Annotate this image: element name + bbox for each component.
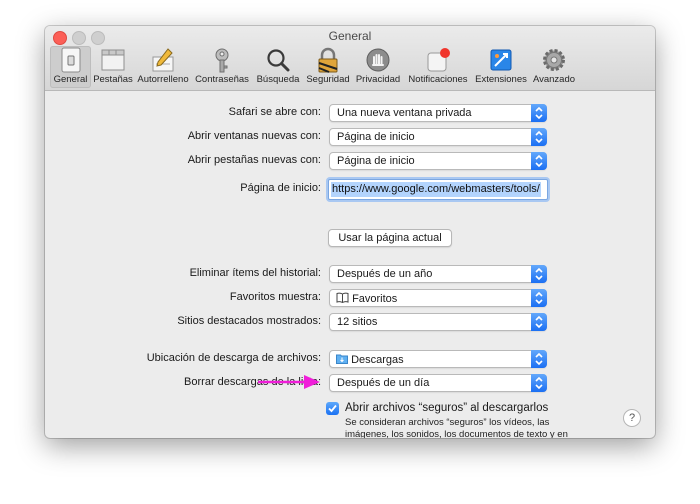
popup-arrows-icon bbox=[531, 265, 547, 283]
tabs-icon bbox=[101, 49, 125, 71]
checkmark-icon bbox=[328, 404, 337, 413]
new-tabs-select[interactable]: Página de inicio bbox=[329, 152, 547, 170]
popup-arrows-icon bbox=[531, 128, 547, 146]
open-safe-files-label[interactable]: Abrir archivos “seguros” al descargarlos bbox=[345, 402, 548, 414]
general-settings-panel: Safari se abre con: Una nueva ventana pr… bbox=[45, 91, 655, 438]
new-windows-select[interactable]: Página de inicio bbox=[329, 128, 547, 146]
pencil-icon bbox=[152, 48, 174, 72]
favorites-select[interactable]: Favoritos bbox=[329, 289, 547, 307]
homepage-label: Página de inicio: bbox=[240, 182, 321, 194]
notification-badge-icon bbox=[427, 48, 450, 72]
open-safe-files-checkbox[interactable] bbox=[326, 402, 339, 415]
help-button[interactable]: ? bbox=[623, 409, 641, 427]
popup-arrows-icon bbox=[531, 313, 547, 331]
remove-history-label: Eliminar ítems del historial: bbox=[189, 267, 321, 279]
tab-avanzado[interactable]: Avanzado bbox=[530, 46, 578, 88]
homepage-input[interactable]: https://www.google.com/webmasters/tools/ bbox=[328, 179, 548, 200]
general-switch-icon bbox=[61, 47, 80, 73]
title-bar: General General Pestañas Autorrelleno Co… bbox=[45, 26, 655, 91]
gear-icon bbox=[543, 49, 565, 71]
tab-busqueda[interactable]: Búsqueda bbox=[253, 46, 303, 88]
safari-preferences-window: General General Pestañas Autorrelleno Co… bbox=[45, 26, 655, 438]
tab-seguridad[interactable]: Seguridad bbox=[304, 46, 352, 88]
tab-pestanas[interactable]: Pestañas bbox=[92, 46, 134, 88]
top-sites-select[interactable]: 12 sitios bbox=[329, 313, 547, 331]
safe-files-note: Se consideran archivos “seguros” los víd… bbox=[345, 417, 568, 438]
download-location-label: Ubicación de descarga de archivos: bbox=[146, 352, 321, 364]
tab-extensiones[interactable]: Extensiones bbox=[473, 46, 529, 88]
favorites-value: Favoritos bbox=[352, 293, 398, 305]
safari-opens-label: Safari se abre con: bbox=[228, 106, 321, 118]
annotation-arrow-icon bbox=[258, 375, 320, 389]
lock-icon bbox=[318, 47, 338, 73]
window-title: General bbox=[328, 29, 372, 43]
favorites-label: Favoritos muestra: bbox=[229, 291, 321, 303]
new-windows-label: Abrir ventanas nuevas con: bbox=[187, 130, 321, 142]
tab-notificaciones[interactable]: Notificaciones bbox=[404, 46, 472, 88]
book-icon bbox=[336, 292, 349, 304]
use-current-page-button[interactable]: Usar la página actual bbox=[328, 229, 452, 247]
tab-privacidad[interactable]: Privacidad bbox=[353, 46, 403, 88]
remove-downloads-select[interactable]: Después de un día bbox=[329, 374, 547, 392]
popup-arrows-icon bbox=[531, 104, 547, 122]
popup-arrows-icon bbox=[531, 374, 547, 392]
tab-contrasenas[interactable]: Contraseñas bbox=[192, 46, 252, 88]
tab-general[interactable]: General bbox=[50, 46, 91, 88]
puzzle-icon bbox=[490, 49, 512, 71]
tab-autorrelleno[interactable]: Autorrelleno bbox=[135, 46, 191, 88]
safari-opens-select[interactable]: Una nueva ventana privada bbox=[329, 104, 547, 122]
download-location-select[interactable]: Descargas bbox=[329, 350, 547, 368]
magnifier-icon bbox=[267, 49, 290, 72]
new-tabs-label: Abrir pestañas nuevas con: bbox=[187, 154, 321, 166]
popup-arrows-icon bbox=[531, 350, 547, 368]
download-location-value: Descargas bbox=[351, 354, 404, 366]
hand-icon bbox=[366, 48, 390, 72]
key-icon bbox=[215, 48, 229, 73]
popup-arrows-icon bbox=[531, 152, 547, 170]
downloads-folder-icon bbox=[336, 354, 348, 364]
popup-arrows-icon bbox=[531, 289, 547, 307]
remove-history-select[interactable]: Después de un año bbox=[329, 265, 547, 283]
top-sites-label: Sitios destacados mostrados: bbox=[177, 315, 321, 327]
